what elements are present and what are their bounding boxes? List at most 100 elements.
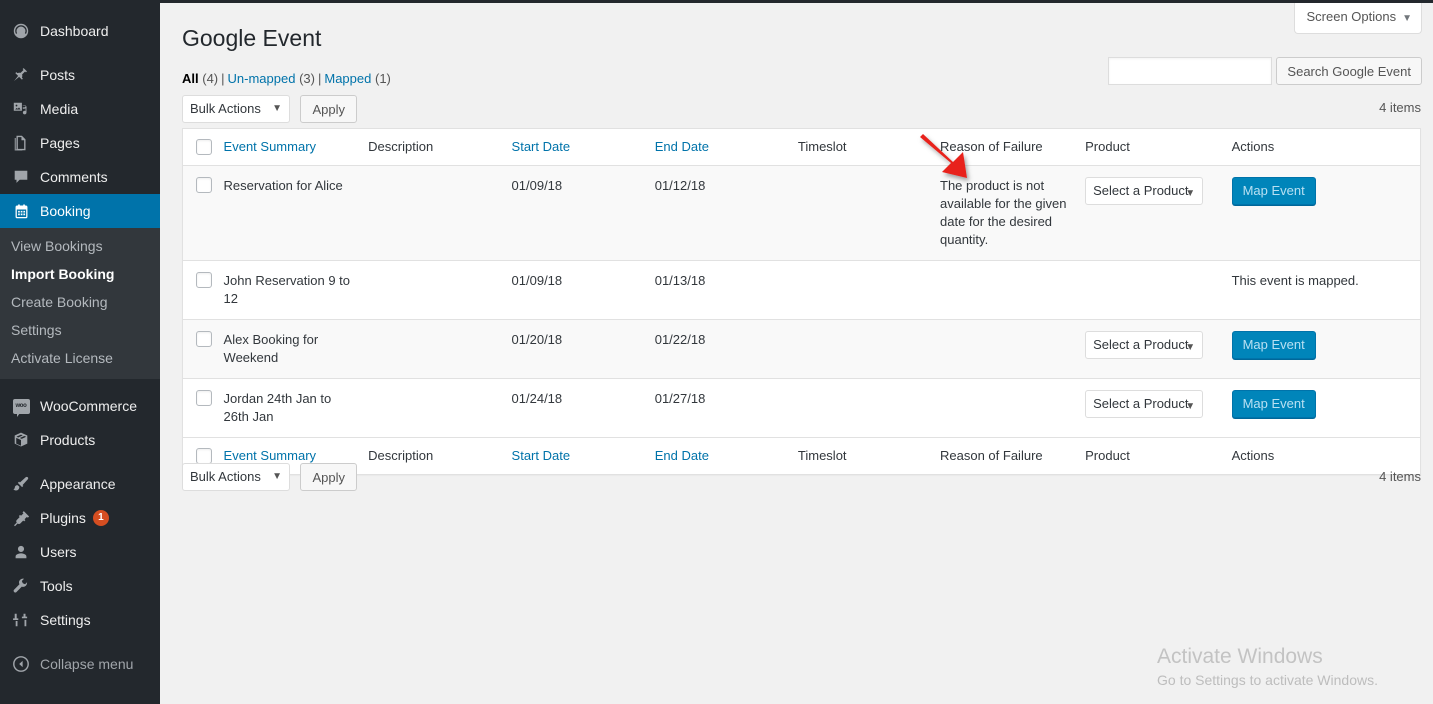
submenu-item-import-booking[interactable]: Import Booking [0,260,160,288]
sidebar-item-label: Booking [40,204,91,218]
sidebar-item-label: Comments [40,170,108,184]
sidebar-item-users[interactable]: Users [0,535,160,569]
cell-end-date: 01/27/18 [655,379,798,438]
cell-product [1085,261,1231,320]
windows-activation-watermark: Activate Windows Go to Settings to activ… [1157,643,1378,690]
apply-button-bottom[interactable]: Apply [300,463,357,491]
column-header-end-date[interactable]: End Date [655,129,798,166]
map-event-button-row-3[interactable]: Map Event [1232,331,1316,359]
sidebar-item-label: Dashboard [40,24,109,38]
submenu-item-settings[interactable]: Settings [0,316,160,344]
submenu-item-activate-license[interactable]: Activate License [0,344,160,372]
cell-timeslot [798,166,940,261]
plugins-update-badge: 1 [93,510,109,526]
bulk-actions-wrap: Bulk Actions ▼ [182,95,290,123]
cell-actions: Map Event [1232,379,1421,438]
select-all-checkbox-bottom[interactable] [196,448,212,464]
submenu-item-create-booking[interactable]: Create Booking [0,288,160,316]
filter-link-all[interactable]: All [182,71,199,86]
cell-event-summary: John Reservation 9 to 12 [224,261,369,320]
screen-options-toggle[interactable]: Screen Options▼ [1294,3,1422,34]
products-box-icon [11,430,31,450]
media-icon [11,99,31,119]
search-area: Search Google Event [1108,57,1422,85]
cell-reason-of-failure [940,379,1085,438]
tablenav-top: Bulk Actions ▼ Apply 4 items [182,95,1421,125]
sidebar-item-appearance[interactable]: Appearance [0,467,160,501]
column-header-reason-of-failure: Reason of Failure [940,129,1085,166]
cell-product: Select a Product ▼ [1085,320,1231,379]
bulk-actions-select-bottom[interactable]: Bulk Actions [182,463,290,491]
row-select-cell [183,379,224,438]
cell-event-summary: Jordan 24th Jan to 26th Jan [224,379,369,438]
sidebar-item-booking[interactable]: Booking [0,194,160,228]
table-row: Reservation for Alice 01/09/18 01/12/18 … [183,166,1421,261]
search-google-event-button[interactable]: Search Google Event [1276,57,1422,85]
cell-start-date: 01/20/18 [512,320,655,379]
column-header-event-summary[interactable]: Event Summary [224,129,369,166]
main-content: Screen Options▼ Google Event All (4)|Un-… [160,3,1433,704]
google-events-table: Event Summary Description Start Date End… [182,128,1421,475]
row-checkbox[interactable] [196,177,212,193]
cell-description [368,379,511,438]
sidebar-item-label: Media [40,102,78,116]
sidebar-item-dashboard[interactable]: Dashboard [0,14,160,48]
sidebar-item-comments[interactable]: Comments [0,160,160,194]
sidebar-item-label: Collapse menu [40,657,133,671]
cell-event-summary: Reservation for Alice [224,166,369,261]
sidebar-item-tools[interactable]: Tools [0,569,160,603]
user-icon [11,542,31,562]
plug-icon [11,508,31,528]
bulk-actions-select-top[interactable]: Bulk Actions [182,95,290,123]
sidebar-item-media[interactable]: Media [0,92,160,126]
watermark-title: Activate Windows [1157,643,1378,670]
filter-separator: | [318,71,321,86]
mapped-status-text-row-2: This event is mapped. [1232,273,1359,288]
table-row: John Reservation 9 to 12 01/09/18 01/13/… [183,261,1421,320]
admin-sidebar: Dashboard Posts Media Pages Comments Boo… [0,0,160,704]
sidebar-item-products[interactable]: Products [0,423,160,457]
cell-description [368,261,511,320]
cell-actions: This event is mapped. [1232,261,1421,320]
sidebar-divider [0,457,160,467]
submenu-item-view-bookings[interactable]: View Bookings [0,232,160,260]
sidebar-item-label: Pages [40,136,80,150]
pin-icon [11,65,31,85]
items-count-top: 4 items [1379,100,1421,115]
table-row: Alex Booking for Weekend 01/20/18 01/22/… [183,320,1421,379]
select-all-checkbox-top[interactable] [196,139,212,155]
cell-product: Select a Product ▼ [1085,166,1231,261]
sidebar-item-pages[interactable]: Pages [0,126,160,160]
column-header-actions: Actions [1232,129,1421,166]
row-checkbox[interactable] [196,272,212,288]
items-count-bottom: 4 items [1379,469,1421,484]
sidebar-item-label: Plugins [40,511,86,525]
dashboard-icon [11,21,31,41]
select-all-header [183,129,224,166]
sidebar-item-woocommerce[interactable]: woo WooCommerce [0,389,160,423]
sidebar-item-collapse-menu[interactable]: Collapse menu [0,647,160,681]
product-select-row-1[interactable]: Select a Product [1085,177,1203,205]
product-select-row-4[interactable]: Select a Product [1085,390,1203,418]
filter-link-mapped[interactable]: Mapped [324,71,371,86]
product-select-row-3[interactable]: Select a Product [1085,331,1203,359]
sidebar-item-posts[interactable]: Posts [0,58,160,92]
sidebar-divider [0,379,160,389]
sidebar-item-label: Appearance [40,477,116,491]
row-checkbox[interactable] [196,331,212,347]
row-select-cell [183,261,224,320]
search-input[interactable] [1108,57,1272,85]
sidebar-item-settings[interactable]: Settings [0,603,160,637]
map-event-button-row-1[interactable]: Map Event [1232,177,1316,205]
collapse-arrow-icon [11,654,31,674]
wrench-icon [11,576,31,596]
column-header-start-date[interactable]: Start Date [512,129,655,166]
sidebar-item-plugins[interactable]: Plugins 1 [0,501,160,535]
map-event-button-row-4[interactable]: Map Event [1232,390,1316,418]
sidebar-item-label: Posts [40,68,75,82]
cell-reason-of-failure [940,320,1085,379]
apply-button-top[interactable]: Apply [300,95,357,123]
filter-link-unmapped[interactable]: Un-mapped [228,71,296,86]
calendar-icon [11,201,31,221]
row-checkbox[interactable] [196,390,212,406]
